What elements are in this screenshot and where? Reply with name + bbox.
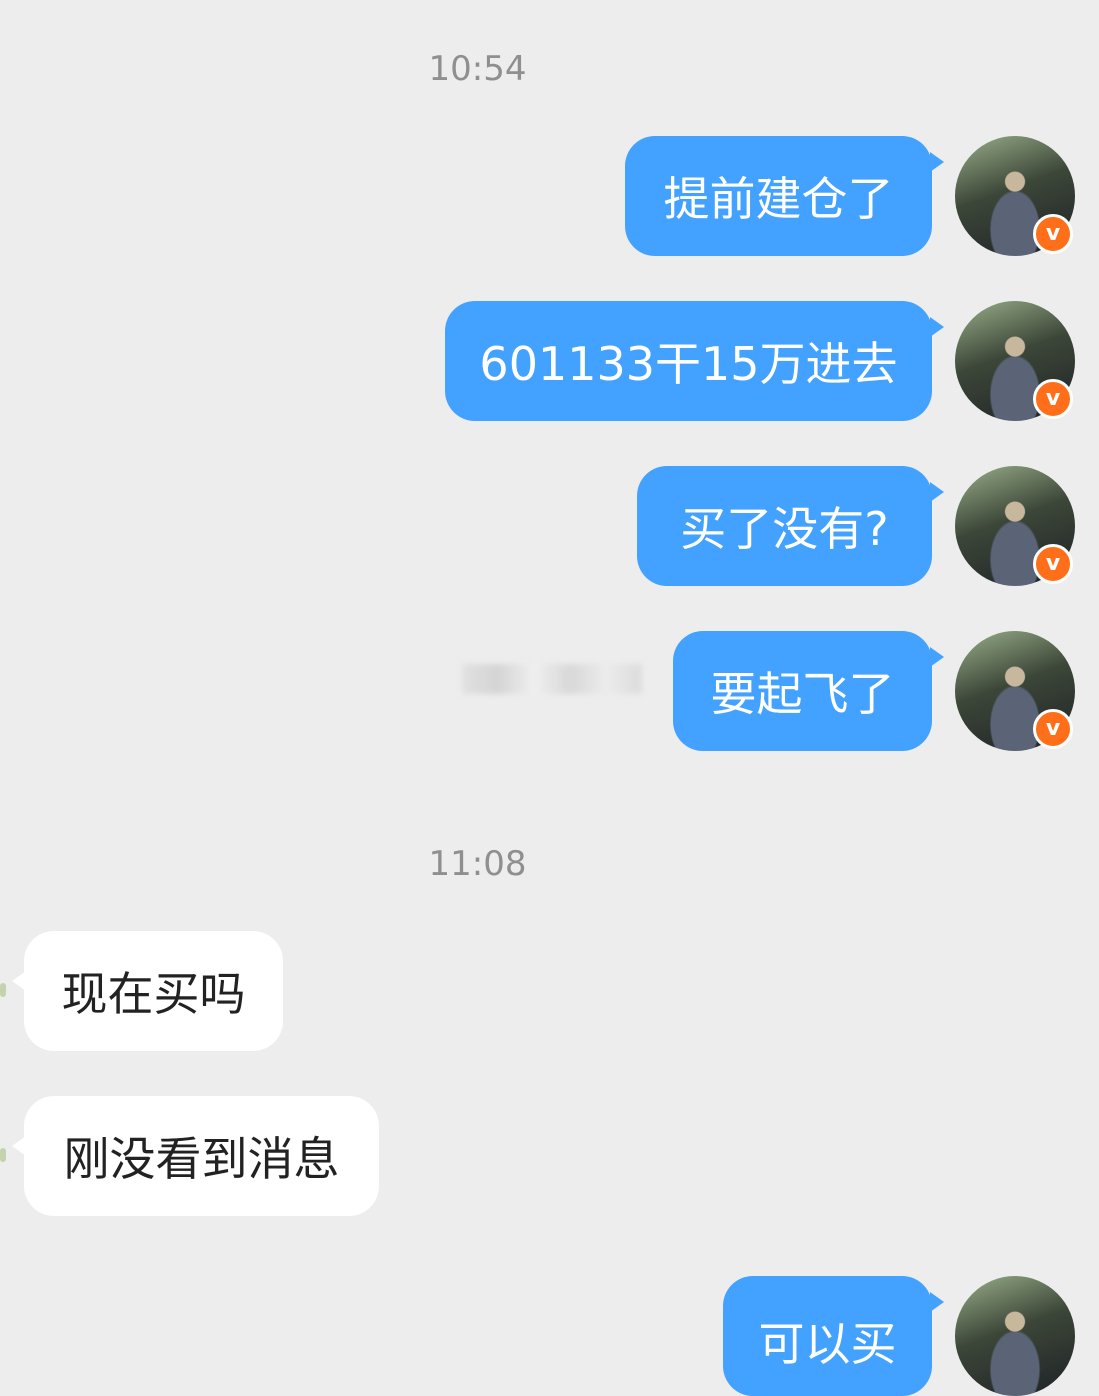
avatar-photo <box>955 1276 1075 1396</box>
message-bubble-outgoing[interactable]: 提前建仓了 <box>625 136 944 256</box>
verified-v-icon: v <box>1033 709 1073 749</box>
sender-avatar[interactable]: v <box>955 631 1075 751</box>
message-bubble-outgoing[interactable]: 买了没有? <box>637 466 944 586</box>
verified-v-icon: v <box>1033 214 1073 254</box>
message-bubble-outgoing[interactable]: 要起飞了 <box>673 631 944 751</box>
message-bubble-incoming[interactable]: 现在买吗 <box>12 931 283 1051</box>
message-bubble-incoming[interactable]: 刚没看到消息 <box>12 1096 379 1216</box>
timestamp: 10:54 <box>428 49 527 89</box>
verified-v-icon: v <box>1033 379 1073 419</box>
sender-avatar[interactable]: v <box>955 301 1075 421</box>
verified-v-icon: v <box>1033 544 1073 584</box>
timestamp: 11:08 <box>428 844 527 884</box>
message-bubble-outgoing[interactable]: 可以买 <box>723 1276 944 1396</box>
incoming-avatar-edge <box>0 983 6 997</box>
message-bubble-outgoing[interactable]: 601133干15万进去 <box>445 301 944 421</box>
blurred-read-status <box>462 664 642 694</box>
incoming-avatar-edge <box>0 1148 6 1162</box>
sender-avatar[interactable]: v <box>955 136 1075 256</box>
sender-avatar[interactable]: v <box>955 466 1075 586</box>
sender-avatar[interactable] <box>955 1276 1075 1396</box>
